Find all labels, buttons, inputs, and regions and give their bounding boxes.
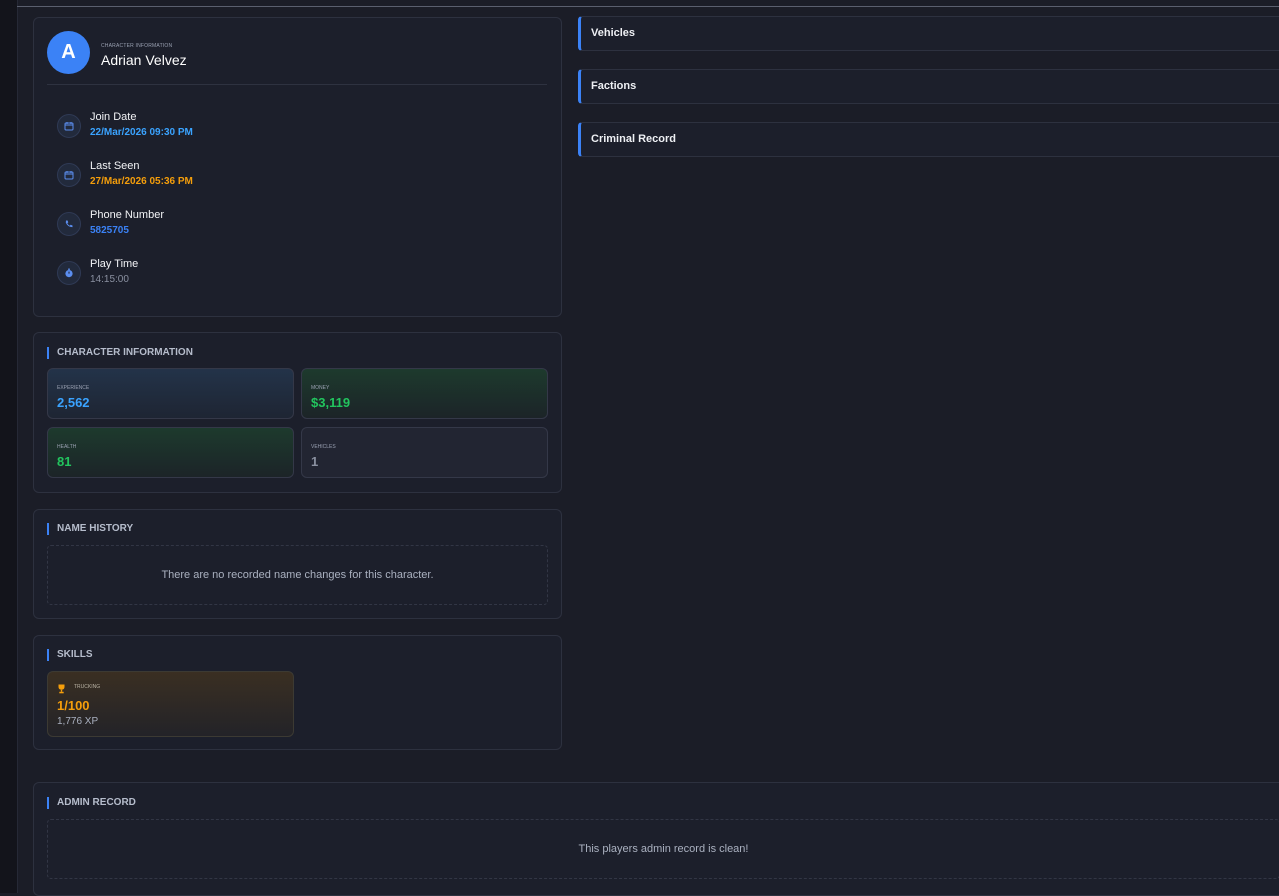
section-title: NAME HISTORY [47, 523, 133, 535]
calendar-icon [57, 163, 81, 187]
top-divider [17, 6, 1279, 7]
stat-money: MONEY $3,119 [301, 368, 548, 419]
skill-level: 1/100 [57, 698, 90, 713]
empty-state: This players admin record is clean! [47, 819, 1279, 879]
stat-health: HEALTH 81 [47, 427, 294, 478]
phone-value: 5825705 [90, 225, 129, 236]
section-title: ADMIN RECORD [47, 797, 136, 809]
play-time-value: 14:15:00 [90, 274, 129, 285]
trophy-icon [57, 681, 66, 699]
character-information-card: CHARACTER INFORMATION EXPERIENCE 2,562 M… [33, 332, 562, 493]
character-name: Adrian Velvez [101, 52, 187, 68]
skills-card: SKILLS TRUCKING 1/100 1,776 XP [33, 635, 562, 750]
accordion-vehicles[interactable]: Vehicles [578, 16, 1279, 51]
stat-vehicles: VEHICLES 1 [301, 427, 548, 478]
profile-card: A CHARACTER INFORMATION Adrian Velvez Jo… [33, 17, 562, 317]
accordion-criminal-record[interactable]: Criminal Record [578, 122, 1279, 157]
left-sidebar-strip [0, 0, 18, 893]
accordion-label: Factions [591, 80, 637, 92]
stat-label: VEHICLES [311, 444, 336, 450]
accordion-factions[interactable]: Factions [578, 69, 1279, 104]
skill-name: TRUCKING [74, 684, 101, 690]
stopwatch-icon [57, 261, 81, 285]
play-time-label: Play Time [90, 258, 139, 270]
section-title: CHARACTER INFORMATION [47, 347, 193, 359]
stat-label: HEALTH [57, 444, 77, 450]
join-date-value: 22/Mar/2026 09:30 PM [90, 127, 193, 138]
stat-value: 81 [57, 454, 72, 469]
name-history-card: NAME HISTORY There are no recorded name … [33, 509, 562, 619]
accordion-label: Criminal Record [591, 133, 676, 145]
calendar-icon [57, 114, 81, 138]
profile-kicker: CHARACTER INFORMATION [101, 43, 173, 49]
last-seen-value: 27/Mar/2026 05:36 PM [90, 176, 193, 187]
admin-record-card: ADMIN RECORD This players admin record i… [33, 782, 1279, 896]
stat-experience: EXPERIENCE 2,562 [47, 368, 294, 419]
stat-value: 2,562 [57, 395, 90, 410]
skill-card-trucking: TRUCKING 1/100 1,776 XP [47, 671, 294, 737]
phone-label: Phone Number [90, 209, 164, 221]
avatar: A [47, 31, 90, 74]
section-title: SKILLS [47, 649, 93, 661]
empty-state: There are no recorded name changes for t… [47, 545, 548, 605]
last-seen-label: Last Seen [90, 160, 140, 172]
profile-divider [47, 84, 547, 85]
join-date-label: Join Date [90, 111, 137, 123]
stat-label: MONEY [311, 385, 330, 391]
stat-value: 1 [311, 454, 319, 469]
skill-xp: 1,776 XP [57, 716, 99, 727]
phone-icon [57, 212, 81, 236]
accordion-label: Vehicles [591, 27, 636, 39]
stat-label: EXPERIENCE [57, 385, 90, 391]
stat-value: $3,119 [311, 395, 351, 410]
